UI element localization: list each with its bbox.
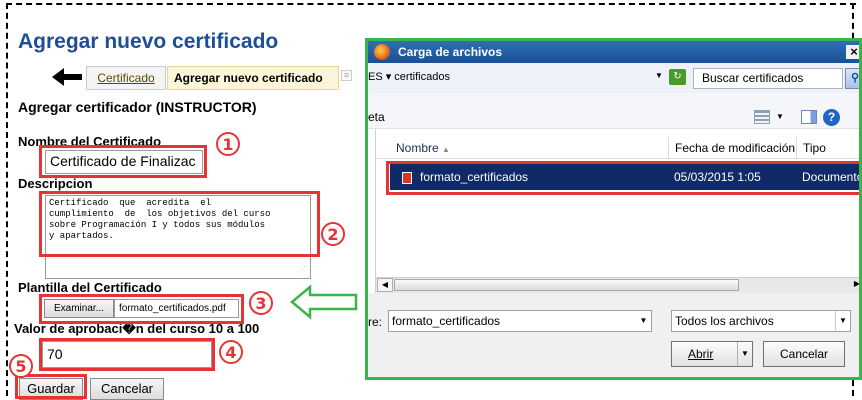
highlight-approval [39, 338, 215, 371]
filename-dropdown-icon[interactable]: ▼ [636, 311, 651, 331]
navigation-pane [368, 129, 376, 309]
firefox-icon [374, 44, 390, 60]
path-dropdown-icon[interactable]: ▼ [655, 71, 663, 80]
scrollbar-thumb[interactable] [394, 279, 739, 291]
tab-certificado[interactable]: Certificado [86, 66, 166, 90]
search-input[interactable]: Buscar certificados [693, 68, 843, 89]
back-arrow-icon[interactable] [50, 67, 84, 87]
refresh-icon[interactable]: ↻ [669, 69, 686, 85]
page-title: Agregar nuevo certificado [18, 30, 279, 53]
page-frame-left [6, 3, 8, 396]
search-icon[interactable]: ⚲ [845, 68, 859, 89]
open-dropdown-icon[interactable]: ▼ [737, 342, 752, 366]
organize-label[interactable]: eta [368, 110, 385, 124]
green-arrow-icon [290, 284, 358, 320]
column-name[interactable]: Nombre ▲ [396, 137, 450, 159]
close-icon[interactable]: × [846, 45, 859, 59]
highlight-save [15, 374, 87, 399]
organize-toolbar [368, 93, 859, 129]
highlight-template [39, 294, 244, 324]
column-date[interactable]: Fecha de modificación [668, 137, 795, 159]
highlight-name [39, 145, 207, 178]
page-frame-top [6, 3, 856, 5]
file-type-select[interactable]: Todos los archivos [671, 310, 851, 332]
preview-pane-icon[interactable] [801, 110, 817, 124]
file-type-dropdown-icon[interactable]: ▼ [835, 311, 850, 331]
dialog-title[interactable]: Carga de archivos [368, 41, 859, 63]
dialog-cancel-button[interactable]: Cancelar [763, 341, 845, 367]
tab-certificado-label: Certificado [97, 71, 155, 85]
column-name-label: Nombre [396, 141, 439, 155]
file-upload-dialog: Carga de archivos × ES ▾ certificados ▼ … [365, 38, 862, 380]
step-marker-4: 4 [219, 340, 243, 364]
section-title: Agregar certificador (INSTRUCTOR) [18, 99, 257, 115]
template-label: Plantilla del Certificado [18, 280, 162, 295]
cancel-button[interactable]: Cancelar [90, 378, 164, 400]
step-marker-5: 5 [9, 354, 33, 378]
resize-grip-icon[interactable]: ⋰ [298, 266, 308, 276]
step-marker-3: 3 [249, 291, 273, 315]
tab-new-certificate[interactable]: Agregar nuevo certificado [167, 66, 339, 90]
help-icon[interactable]: ? [823, 109, 840, 126]
column-type[interactable]: Tipo [796, 137, 826, 159]
step-marker-2: 2 [321, 222, 345, 246]
description-label: Descripcion [18, 176, 93, 191]
scroll-left-icon[interactable]: ◀ [377, 278, 393, 292]
view-options-icon[interactable] [754, 110, 770, 124]
open-button-label: Abrir [688, 347, 714, 361]
highlight-description [39, 191, 320, 257]
filename-input[interactable]: formato_certificados [388, 310, 652, 332]
sort-up-icon: ▲ [442, 145, 450, 154]
view-dropdown-icon[interactable]: ▼ [776, 112, 784, 121]
scroll-right-icon[interactable]: ▶ [849, 278, 859, 292]
tab-collapse-icon[interactable]: ≡ [341, 70, 352, 81]
highlight-file-row [386, 161, 859, 195]
filename-label: re: [368, 315, 383, 329]
path-breadcrumb[interactable]: ES ▾ certificados [368, 70, 450, 83]
step-marker-1: 1 [216, 132, 240, 156]
